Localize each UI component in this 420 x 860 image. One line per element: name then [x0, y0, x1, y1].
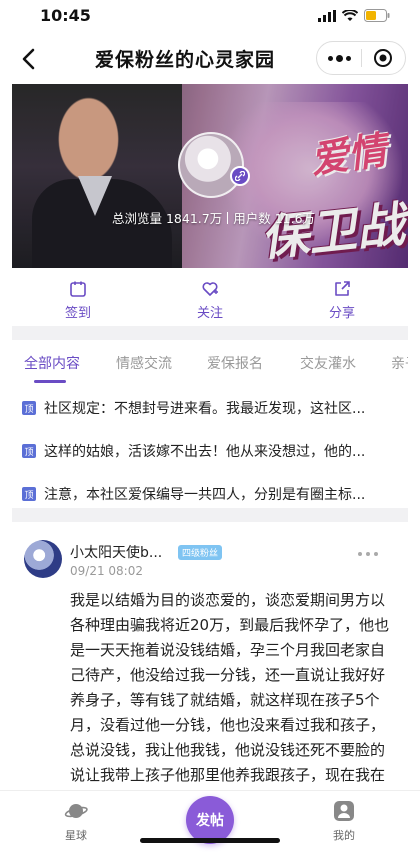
- pin-icon: 顶: [22, 401, 36, 415]
- mini-program-capsule: [316, 41, 406, 75]
- page-title: 爱保粉丝的心灵家园: [95, 49, 276, 71]
- wifi-icon: [342, 9, 358, 21]
- share-label: 分享: [328, 306, 355, 321]
- dot-icon: [345, 55, 351, 61]
- dot-icon: [366, 552, 370, 556]
- dot-icon: [358, 552, 362, 556]
- user-icon: [334, 801, 354, 821]
- community-avatar[interactable]: [178, 132, 244, 198]
- target-close-icon: [374, 49, 393, 67]
- link-badge-icon: [230, 166, 250, 186]
- post-more-button[interactable]: [358, 552, 378, 556]
- dot-icon: [374, 552, 378, 556]
- community-stats: 总浏览量 1841.7万 用户数 11.6万: [112, 208, 315, 227]
- checkin-label: 签到: [64, 306, 91, 321]
- post-body: 我是以结婚为目的谈恋爱的，谈恋爱期间男方以各种理由骗我将近20万，到最后我怀孕了…: [70, 591, 390, 798]
- pinned-post[interactable]: 顶 这样的姑娘，活该嫁不出去！他从来没想过，他的...: [12, 431, 408, 471]
- action-row: 签到 关注 分享: [12, 268, 408, 326]
- status-time: 10:45: [40, 6, 91, 25]
- follow-button[interactable]: 关注: [144, 268, 276, 326]
- author-avatar[interactable]: [24, 540, 62, 578]
- pin-icon: 顶: [22, 444, 36, 458]
- tab-signup[interactable]: 爱保报名: [207, 353, 263, 373]
- nav-bar: 爱保粉丝的心灵家园: [0, 34, 420, 84]
- stats-divider: [227, 212, 229, 224]
- planet-icon: [64, 804, 88, 818]
- author-name[interactable]: 小太阳天使b...: [70, 542, 162, 562]
- follow-label: 关注: [196, 306, 223, 321]
- more-menu-button[interactable]: [317, 42, 361, 74]
- checkin-button[interactable]: 签到: [12, 268, 144, 326]
- heart-plus-icon: [202, 282, 218, 296]
- total-views: 总浏览量 1841.7万: [112, 211, 223, 226]
- calendar-icon: [70, 281, 86, 297]
- category-tabs: 全部内容 情感交流 爱保报名 交友灌水 亲子: [12, 340, 408, 386]
- tab-social[interactable]: 交友灌水: [300, 353, 356, 373]
- battery-icon: [364, 9, 390, 22]
- tab-all[interactable]: 全部内容: [24, 353, 80, 373]
- tab-mine[interactable]: 我的: [314, 799, 374, 843]
- section-divider: [12, 508, 408, 522]
- tab-mine-label: 我的: [333, 829, 355, 842]
- share-icon: [335, 281, 350, 296]
- pinned-post-title: 注意，本社区爱保编导一共四人，分别是有圈主标...: [44, 487, 366, 503]
- section-divider: [12, 326, 408, 340]
- author-level-badge: 四级粉丝: [178, 545, 223, 560]
- status-bar: 10:45: [0, 0, 420, 34]
- dot-icon: [327, 55, 333, 61]
- status-icons: [318, 9, 390, 22]
- close-mini-program-button[interactable]: [362, 42, 405, 74]
- pinned-post-title: 社区规定：不想封号进来看。我最近发现，这社区...: [44, 401, 366, 417]
- tab-parenting[interactable]: 亲子: [391, 353, 408, 373]
- new-post-button[interactable]: 发帖: [186, 796, 234, 844]
- post-card[interactable]: 小太阳天使b... 四级粉丝 09/21 08:02 我是以结婚为目的谈恋爱的，…: [12, 522, 408, 798]
- post-time: 09/21 08:02: [70, 564, 143, 578]
- pinned-post-title: 这样的姑娘，活该嫁不出去！他从来没想过，他的...: [44, 444, 366, 460]
- back-button[interactable]: [18, 46, 42, 72]
- tab-planet-label: 星球: [65, 829, 87, 842]
- chevron-left-icon: [22, 48, 35, 70]
- tab-planet[interactable]: 星球: [46, 799, 106, 843]
- pin-icon: 顶: [22, 487, 36, 501]
- user-count: 用户数 11.6万: [233, 211, 316, 226]
- active-tab-indicator: [34, 380, 66, 383]
- tab-emotion[interactable]: 情感交流: [116, 353, 172, 373]
- share-button[interactable]: 分享: [276, 268, 408, 326]
- pinned-post[interactable]: 顶 社区规定：不想封号进来看。我最近发现，这社区...: [12, 388, 408, 428]
- dot-icon: [335, 54, 343, 62]
- signal-icon: [318, 9, 336, 22]
- home-indicator: [140, 838, 280, 843]
